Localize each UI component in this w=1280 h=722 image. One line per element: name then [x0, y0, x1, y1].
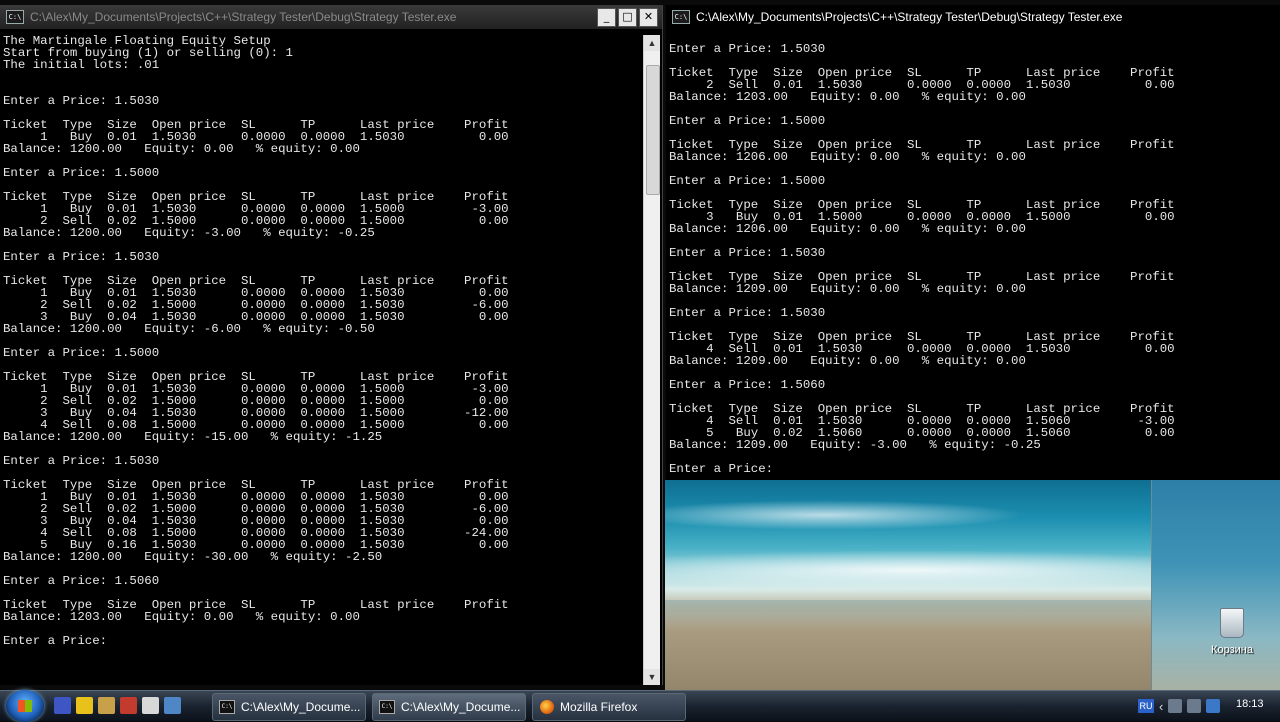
window-title: C:\Alex\My_Documents\Projects\C++\Strate… [696, 10, 1123, 24]
console-window-left[interactable]: C:\ C:\Alex\My_Documents\Projects\C++\St… [0, 5, 663, 685]
window-title: C:\Alex\My_Documents\Projects\C++\Strate… [30, 10, 457, 24]
console-icon: C:\ [379, 700, 395, 714]
title-bar[interactable]: C:\ C:\Alex\My_Documents\Projects\C++\St… [666, 5, 1280, 29]
console-output[interactable]: Enter a Price: 1.5030 Ticket Type Size O… [666, 43, 1279, 477]
vertical-scrollbar[interactable]: ▲ ▼ [643, 35, 660, 685]
wave-foam [665, 500, 1025, 530]
firefox-icon [540, 700, 554, 714]
scroll-thumb[interactable] [646, 65, 660, 195]
close-button[interactable]: ✕ [639, 8, 658, 27]
show-desktop-icon[interactable] [54, 697, 71, 714]
taskbar-item-firefox[interactable]: Mozilla Firefox [532, 693, 686, 721]
desktop-right-panel: Корзина [1151, 480, 1280, 690]
console-icon: C:\ [219, 700, 235, 714]
taskbar-item-label: C:\Alex\My_Docume... [401, 700, 521, 714]
network-icon[interactable] [1168, 699, 1183, 713]
quick-launch-bar [54, 697, 181, 714]
connection-icon[interactable] [1187, 699, 1202, 713]
scroll-down-arrow-icon[interactable]: ▼ [644, 669, 660, 685]
app-icon[interactable] [120, 697, 137, 714]
clock[interactable]: 18:13 [1236, 698, 1264, 710]
taskbar: C:\ C:\Alex\My_Docume... C:\ C:\Alex\My_… [0, 690, 1280, 722]
taskbar-item-label: Mozilla Firefox [560, 700, 638, 714]
taskbar-item-label: C:\Alex\My_Docume... [241, 700, 361, 714]
console-window-right[interactable]: C:\ C:\Alex\My_Documents\Projects\C++\St… [666, 5, 1280, 480]
start-button[interactable] [6, 690, 44, 722]
console-icon: C:\ [6, 10, 24, 24]
window-controls: _ □ ✕ [597, 8, 658, 27]
title-bar[interactable]: C:\ C:\Alex\My_Documents\Projects\C++\St… [0, 5, 662, 29]
taskbar-item-console-1[interactable]: C:\ C:\Alex\My_Docume... [212, 693, 366, 721]
minimize-button[interactable]: _ [597, 8, 616, 27]
maximize-button[interactable]: □ [618, 8, 637, 27]
sticky-notes-icon[interactable] [76, 697, 93, 714]
scroll-up-arrow-icon[interactable]: ▲ [644, 35, 660, 51]
language-indicator[interactable]: RU [1138, 699, 1154, 713]
console-output[interactable]: The Martingale Floating Equity Setup Sta… [0, 35, 639, 675]
show-hidden-icons-chevron-icon[interactable]: ‹ [1159, 699, 1163, 714]
desktop-wallpaper: Корзина [665, 480, 1280, 690]
recycle-bin-shortcut[interactable]: Корзина [1202, 608, 1262, 656]
recycle-bin-label: Корзина [1211, 644, 1253, 656]
tray-app-icon[interactable] [1206, 699, 1221, 713]
console-icon: C:\ [672, 10, 690, 24]
taskbar-item-console-2[interactable]: C:\ C:\Alex\My_Docume... [372, 693, 526, 721]
media-icon[interactable] [164, 697, 181, 714]
recycle-bin-icon [1220, 608, 1244, 638]
browser-icon[interactable] [142, 697, 159, 714]
system-tray: RU ‹ [1138, 695, 1221, 717]
windows-logo-icon [18, 700, 32, 712]
paint-icon[interactable] [98, 697, 115, 714]
